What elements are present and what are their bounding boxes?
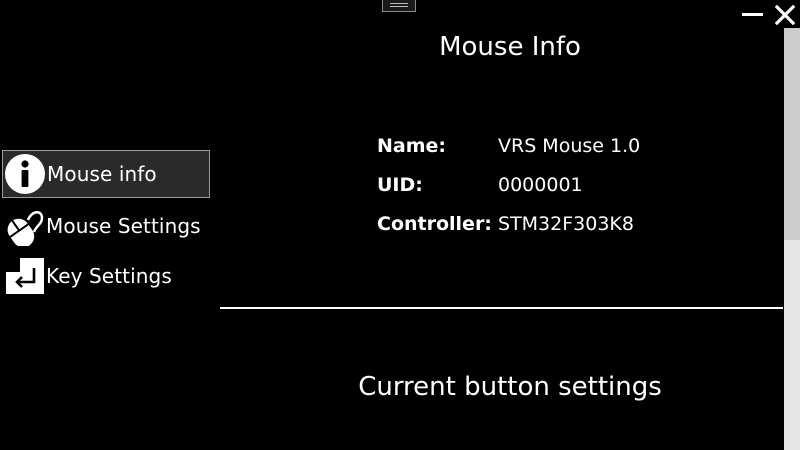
close-button[interactable] <box>772 2 798 28</box>
close-icon <box>774 4 796 26</box>
minimize-icon <box>742 13 763 16</box>
section-divider <box>220 307 783 309</box>
section-title: Current button settings <box>358 372 662 402</box>
info-key: Controller: <box>377 213 492 235</box>
sidebar-item-label: Key Settings <box>46 264 172 288</box>
minimize-button[interactable] <box>740 2 766 28</box>
sidebar-item-label: Mouse Settings <box>46 214 201 238</box>
app-window: Mouse info Mouse Settings Key Settings M… <box>0 0 800 450</box>
drag-handle[interactable] <box>382 0 416 12</box>
sidebar-item-key-settings[interactable]: Key Settings <box>2 252 210 300</box>
sidebar-item-mouse-info[interactable]: Mouse info <box>2 150 210 198</box>
info-key: UID: <box>377 174 423 196</box>
info-value: 0000001 <box>498 174 583 196</box>
info-value: VRS Mouse 1.0 <box>498 135 641 157</box>
info-value: STM32F303K8 <box>498 213 634 235</box>
info-key: Name: <box>377 135 447 157</box>
sidebar-item-mouse-settings[interactable]: Mouse Settings <box>2 202 210 250</box>
enter-key-icon <box>2 254 46 298</box>
sidebar-item-label: Mouse info <box>47 162 157 186</box>
scrollbar-thumb[interactable] <box>784 28 800 240</box>
mouse-icon <box>2 204 46 248</box>
page-title: Mouse Info <box>439 32 581 62</box>
info-icon <box>3 152 47 196</box>
scrollbar-track[interactable] <box>784 240 800 450</box>
vertical-scrollbar[interactable] <box>784 28 800 450</box>
